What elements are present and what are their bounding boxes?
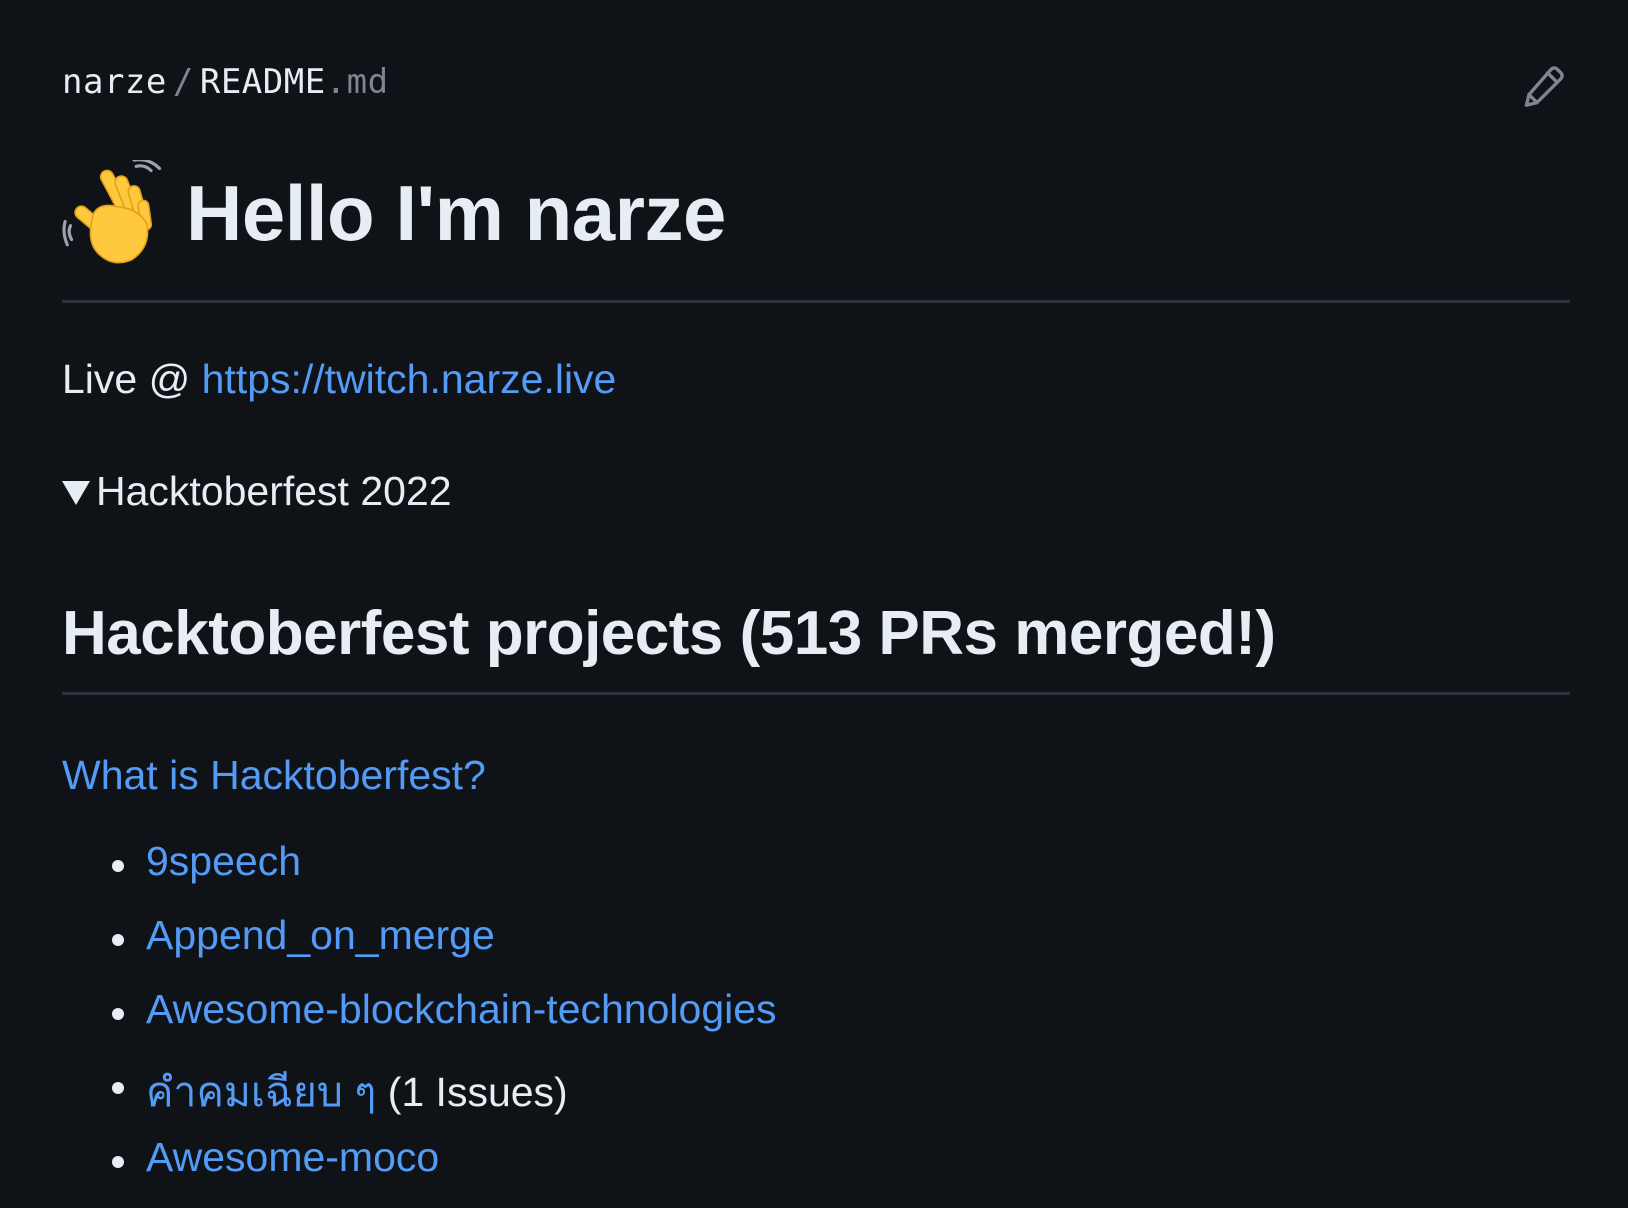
file-header: narze / README.md: [62, 0, 1570, 107]
list-item: คำคมเฉียบ ๆ (1 Issues): [62, 1060, 1570, 1134]
page-title: Hello I'm narze: [62, 160, 1570, 266]
project-suffix: (1 Issues): [376, 1069, 568, 1115]
bullet-icon: [112, 860, 124, 872]
live-line: Live @ https://twitch.narze.live: [62, 356, 616, 403]
waving-hand-icon: [62, 160, 168, 266]
project-list: 9speech Append_on_merge Awesome-blockcha…: [62, 838, 1570, 1208]
edit-file-button[interactable]: [1520, 62, 1568, 110]
what-is-hacktoberfest-link[interactable]: What is Hacktoberfest?: [62, 752, 486, 798]
bullet-icon: [112, 1008, 124, 1020]
page-title-text: Hello I'm narze: [186, 168, 726, 257]
list-item: 9speech: [62, 838, 1570, 912]
project-link[interactable]: Awesome-blockchain-technologies: [146, 986, 777, 1032]
what-is-hacktoberfest-line: What is Hacktoberfest?: [62, 752, 486, 799]
list-item: Append_on_merge: [62, 912, 1570, 986]
project-link[interactable]: Awesome-moco: [146, 1134, 439, 1180]
breadcrumb-file-name: README: [199, 62, 326, 102]
live-prefix: Live @: [62, 356, 202, 402]
details-summary-label: Hacktoberfest 2022: [96, 468, 452, 514]
section-heading-section: Hacktoberfest projects (513 PRs merged!): [62, 598, 1570, 695]
bullet-icon: [112, 934, 124, 946]
breadcrumb-file-ext: .md: [325, 62, 389, 102]
caret-down-icon: [62, 480, 90, 505]
project-link[interactable]: คำคมเฉียบ ๆ: [146, 1069, 376, 1115]
twitch-link[interactable]: https://twitch.narze.live: [202, 356, 617, 402]
project-link[interactable]: 9speech: [146, 838, 301, 884]
bullet-icon: [112, 1082, 124, 1094]
list-item: Awesome-moco: [62, 1134, 1570, 1208]
section-heading: Hacktoberfest projects (513 PRs merged!): [62, 599, 1276, 668]
breadcrumb-owner-link[interactable]: narze: [62, 62, 167, 102]
bullet-icon: [112, 1156, 124, 1168]
details-summary-toggle[interactable]: Hacktoberfest 2022: [62, 468, 452, 515]
pencil-icon: [1520, 62, 1568, 110]
readme-container: narze / README.md Hello I'm narze Live @…: [62, 0, 1570, 1180]
list-item: Awesome-blockchain-technologies: [62, 986, 1570, 1060]
breadcrumb: narze / README.md: [62, 62, 389, 102]
page-title-section: Hello I'm narze: [62, 160, 1570, 303]
breadcrumb-separator: /: [172, 62, 194, 102]
project-link[interactable]: Append_on_merge: [146, 912, 495, 958]
